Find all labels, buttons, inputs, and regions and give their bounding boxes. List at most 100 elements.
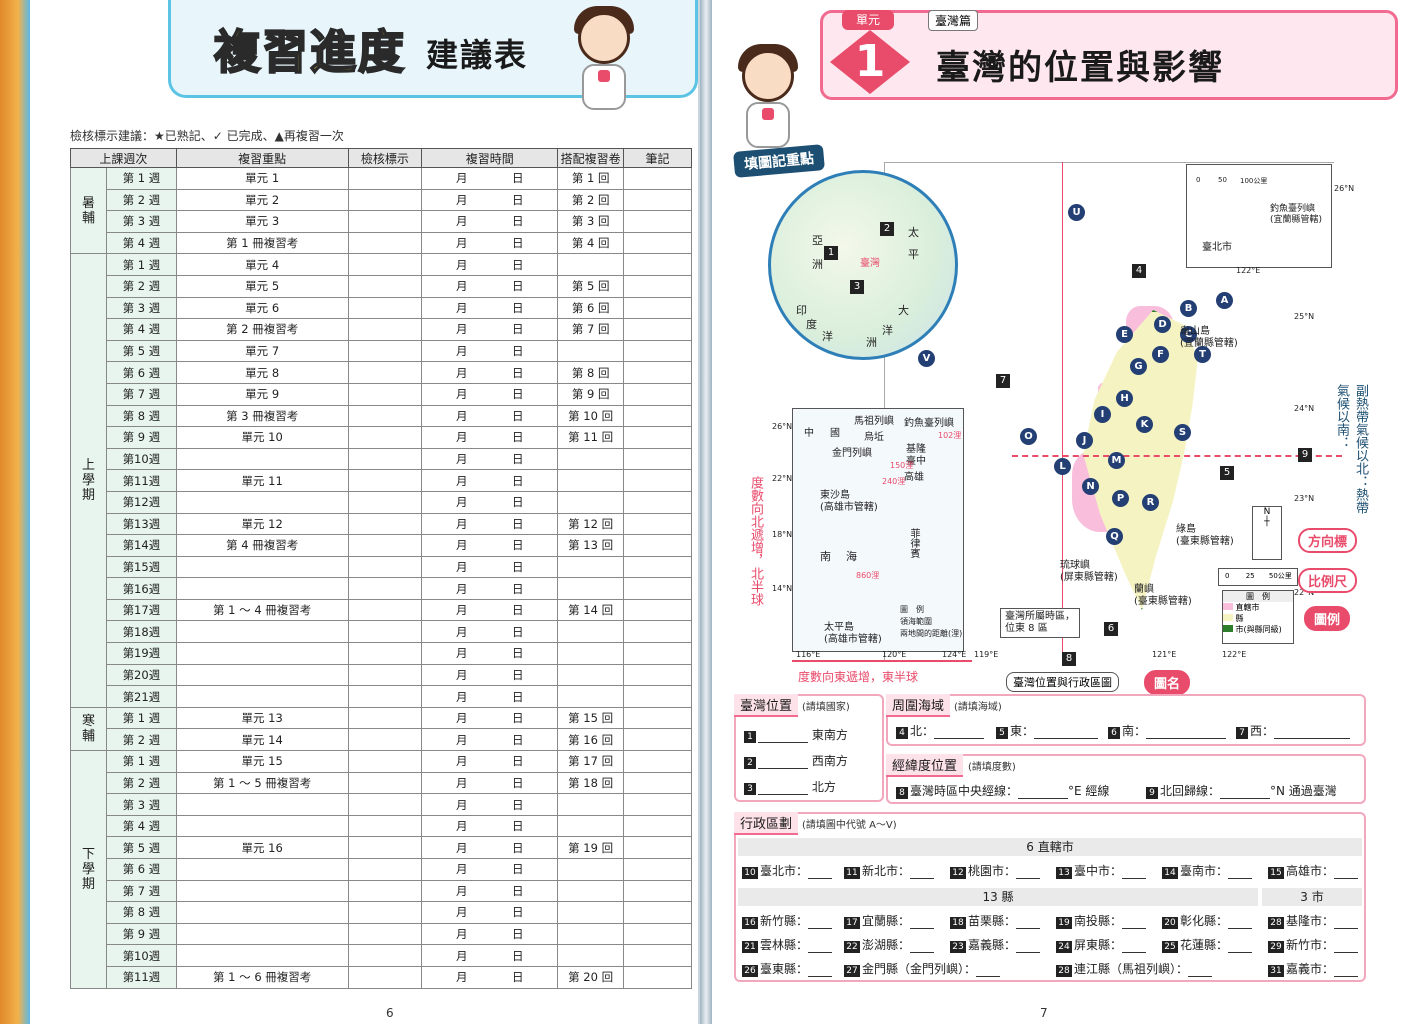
note-cell[interactable] bbox=[623, 858, 692, 881]
check-cell[interactable] bbox=[347, 750, 423, 773]
check-cell[interactable] bbox=[347, 944, 423, 967]
answer-blank[interactable] bbox=[808, 941, 833, 953]
note-cell[interactable] bbox=[623, 447, 692, 471]
answer-blank[interactable] bbox=[1334, 867, 1359, 879]
note-cell[interactable] bbox=[623, 210, 692, 233]
note-cell[interactable] bbox=[623, 577, 692, 600]
note-cell[interactable] bbox=[623, 318, 692, 341]
check-cell[interactable] bbox=[347, 534, 423, 557]
note-cell[interactable] bbox=[623, 231, 692, 255]
check-cell[interactable] bbox=[347, 836, 423, 859]
check-cell[interactable] bbox=[347, 512, 423, 536]
check-cell[interactable] bbox=[347, 296, 423, 320]
check-cell[interactable] bbox=[347, 922, 423, 946]
note-cell[interactable] bbox=[623, 620, 692, 644]
check-cell[interactable] bbox=[347, 577, 423, 600]
answer-blank[interactable] bbox=[808, 965, 833, 977]
note-cell[interactable] bbox=[623, 167, 692, 190]
note-cell[interactable] bbox=[623, 814, 692, 838]
check-cell[interactable] bbox=[347, 901, 423, 924]
note-cell[interactable] bbox=[623, 836, 692, 859]
check-cell[interactable] bbox=[347, 642, 423, 665]
answer-blank[interactable] bbox=[1122, 917, 1147, 929]
check-cell[interactable] bbox=[347, 318, 423, 341]
answer-blank[interactable] bbox=[910, 917, 935, 929]
answer-blank[interactable] bbox=[976, 965, 1001, 977]
answer-blank[interactable] bbox=[1122, 941, 1147, 953]
check-cell[interactable] bbox=[347, 858, 423, 881]
note-cell[interactable] bbox=[623, 922, 692, 946]
answer-blank[interactable] bbox=[1016, 917, 1041, 929]
answer-blank[interactable] bbox=[808, 867, 833, 879]
answer-blank[interactable] bbox=[1228, 941, 1253, 953]
note-cell[interactable] bbox=[623, 771, 692, 795]
note-cell[interactable] bbox=[623, 944, 692, 967]
check-cell[interactable] bbox=[347, 771, 423, 795]
note-cell[interactable] bbox=[623, 361, 692, 384]
check-cell[interactable] bbox=[347, 879, 423, 903]
check-cell[interactable] bbox=[347, 555, 423, 579]
note-cell[interactable] bbox=[623, 965, 692, 989]
note-cell[interactable] bbox=[623, 750, 692, 773]
note-cell[interactable] bbox=[623, 793, 692, 816]
check-cell[interactable] bbox=[347, 361, 423, 384]
answer-blank[interactable] bbox=[1334, 917, 1359, 929]
answer-blank[interactable] bbox=[1228, 867, 1253, 879]
answer-blank[interactable] bbox=[1122, 867, 1147, 879]
check-cell[interactable] bbox=[347, 814, 423, 838]
answer-blank[interactable] bbox=[910, 867, 935, 879]
time-cell: 月日 bbox=[421, 361, 559, 384]
check-cell[interactable] bbox=[347, 663, 423, 687]
note-cell[interactable] bbox=[623, 728, 692, 752]
note-cell[interactable] bbox=[623, 469, 692, 492]
check-cell[interactable] bbox=[347, 253, 423, 276]
note-cell[interactable] bbox=[623, 706, 692, 730]
check-cell[interactable] bbox=[347, 167, 423, 190]
note-cell[interactable] bbox=[623, 404, 692, 428]
note-cell[interactable] bbox=[623, 598, 692, 622]
check-cell[interactable] bbox=[347, 490, 423, 514]
check-cell[interactable] bbox=[347, 426, 423, 449]
check-cell[interactable] bbox=[347, 404, 423, 428]
answer-blank[interactable] bbox=[808, 917, 833, 929]
answer-blank[interactable] bbox=[1188, 965, 1213, 977]
check-cell[interactable] bbox=[347, 231, 423, 255]
note-cell[interactable] bbox=[623, 274, 692, 298]
note-cell[interactable] bbox=[623, 188, 692, 212]
note-cell[interactable] bbox=[623, 534, 692, 557]
note-cell[interactable] bbox=[623, 512, 692, 536]
answer-blank[interactable] bbox=[1016, 867, 1041, 879]
note-cell[interactable] bbox=[623, 555, 692, 579]
check-cell[interactable] bbox=[347, 728, 423, 752]
note-cell[interactable] bbox=[623, 339, 692, 363]
check-cell[interactable] bbox=[347, 620, 423, 644]
check-cell[interactable] bbox=[347, 598, 423, 622]
check-cell[interactable] bbox=[347, 706, 423, 730]
note-cell[interactable] bbox=[623, 382, 692, 406]
note-cell[interactable] bbox=[623, 426, 692, 449]
note-cell[interactable] bbox=[623, 490, 692, 514]
note-cell[interactable] bbox=[623, 685, 692, 708]
note-cell[interactable] bbox=[623, 901, 692, 924]
note-cell[interactable] bbox=[623, 879, 692, 903]
note-cell[interactable] bbox=[623, 253, 692, 276]
inset-lon: 122°E bbox=[1236, 266, 1261, 275]
check-cell[interactable] bbox=[347, 965, 423, 989]
check-cell[interactable] bbox=[347, 685, 423, 708]
check-cell[interactable] bbox=[347, 188, 423, 212]
check-cell[interactable] bbox=[347, 469, 423, 492]
note-cell[interactable] bbox=[623, 642, 692, 665]
check-cell[interactable] bbox=[347, 210, 423, 233]
check-cell[interactable] bbox=[347, 793, 423, 816]
answer-blank[interactable] bbox=[1334, 965, 1359, 977]
answer-blank[interactable] bbox=[1228, 917, 1253, 929]
note-cell[interactable] bbox=[623, 663, 692, 687]
answer-blank[interactable] bbox=[1334, 941, 1359, 953]
note-cell[interactable] bbox=[623, 296, 692, 320]
answer-blank[interactable] bbox=[1016, 941, 1041, 953]
check-cell[interactable] bbox=[347, 274, 423, 298]
answer-blank[interactable] bbox=[910, 941, 935, 953]
check-cell[interactable] bbox=[347, 447, 423, 471]
check-cell[interactable] bbox=[347, 339, 423, 363]
check-cell[interactable] bbox=[347, 382, 423, 406]
